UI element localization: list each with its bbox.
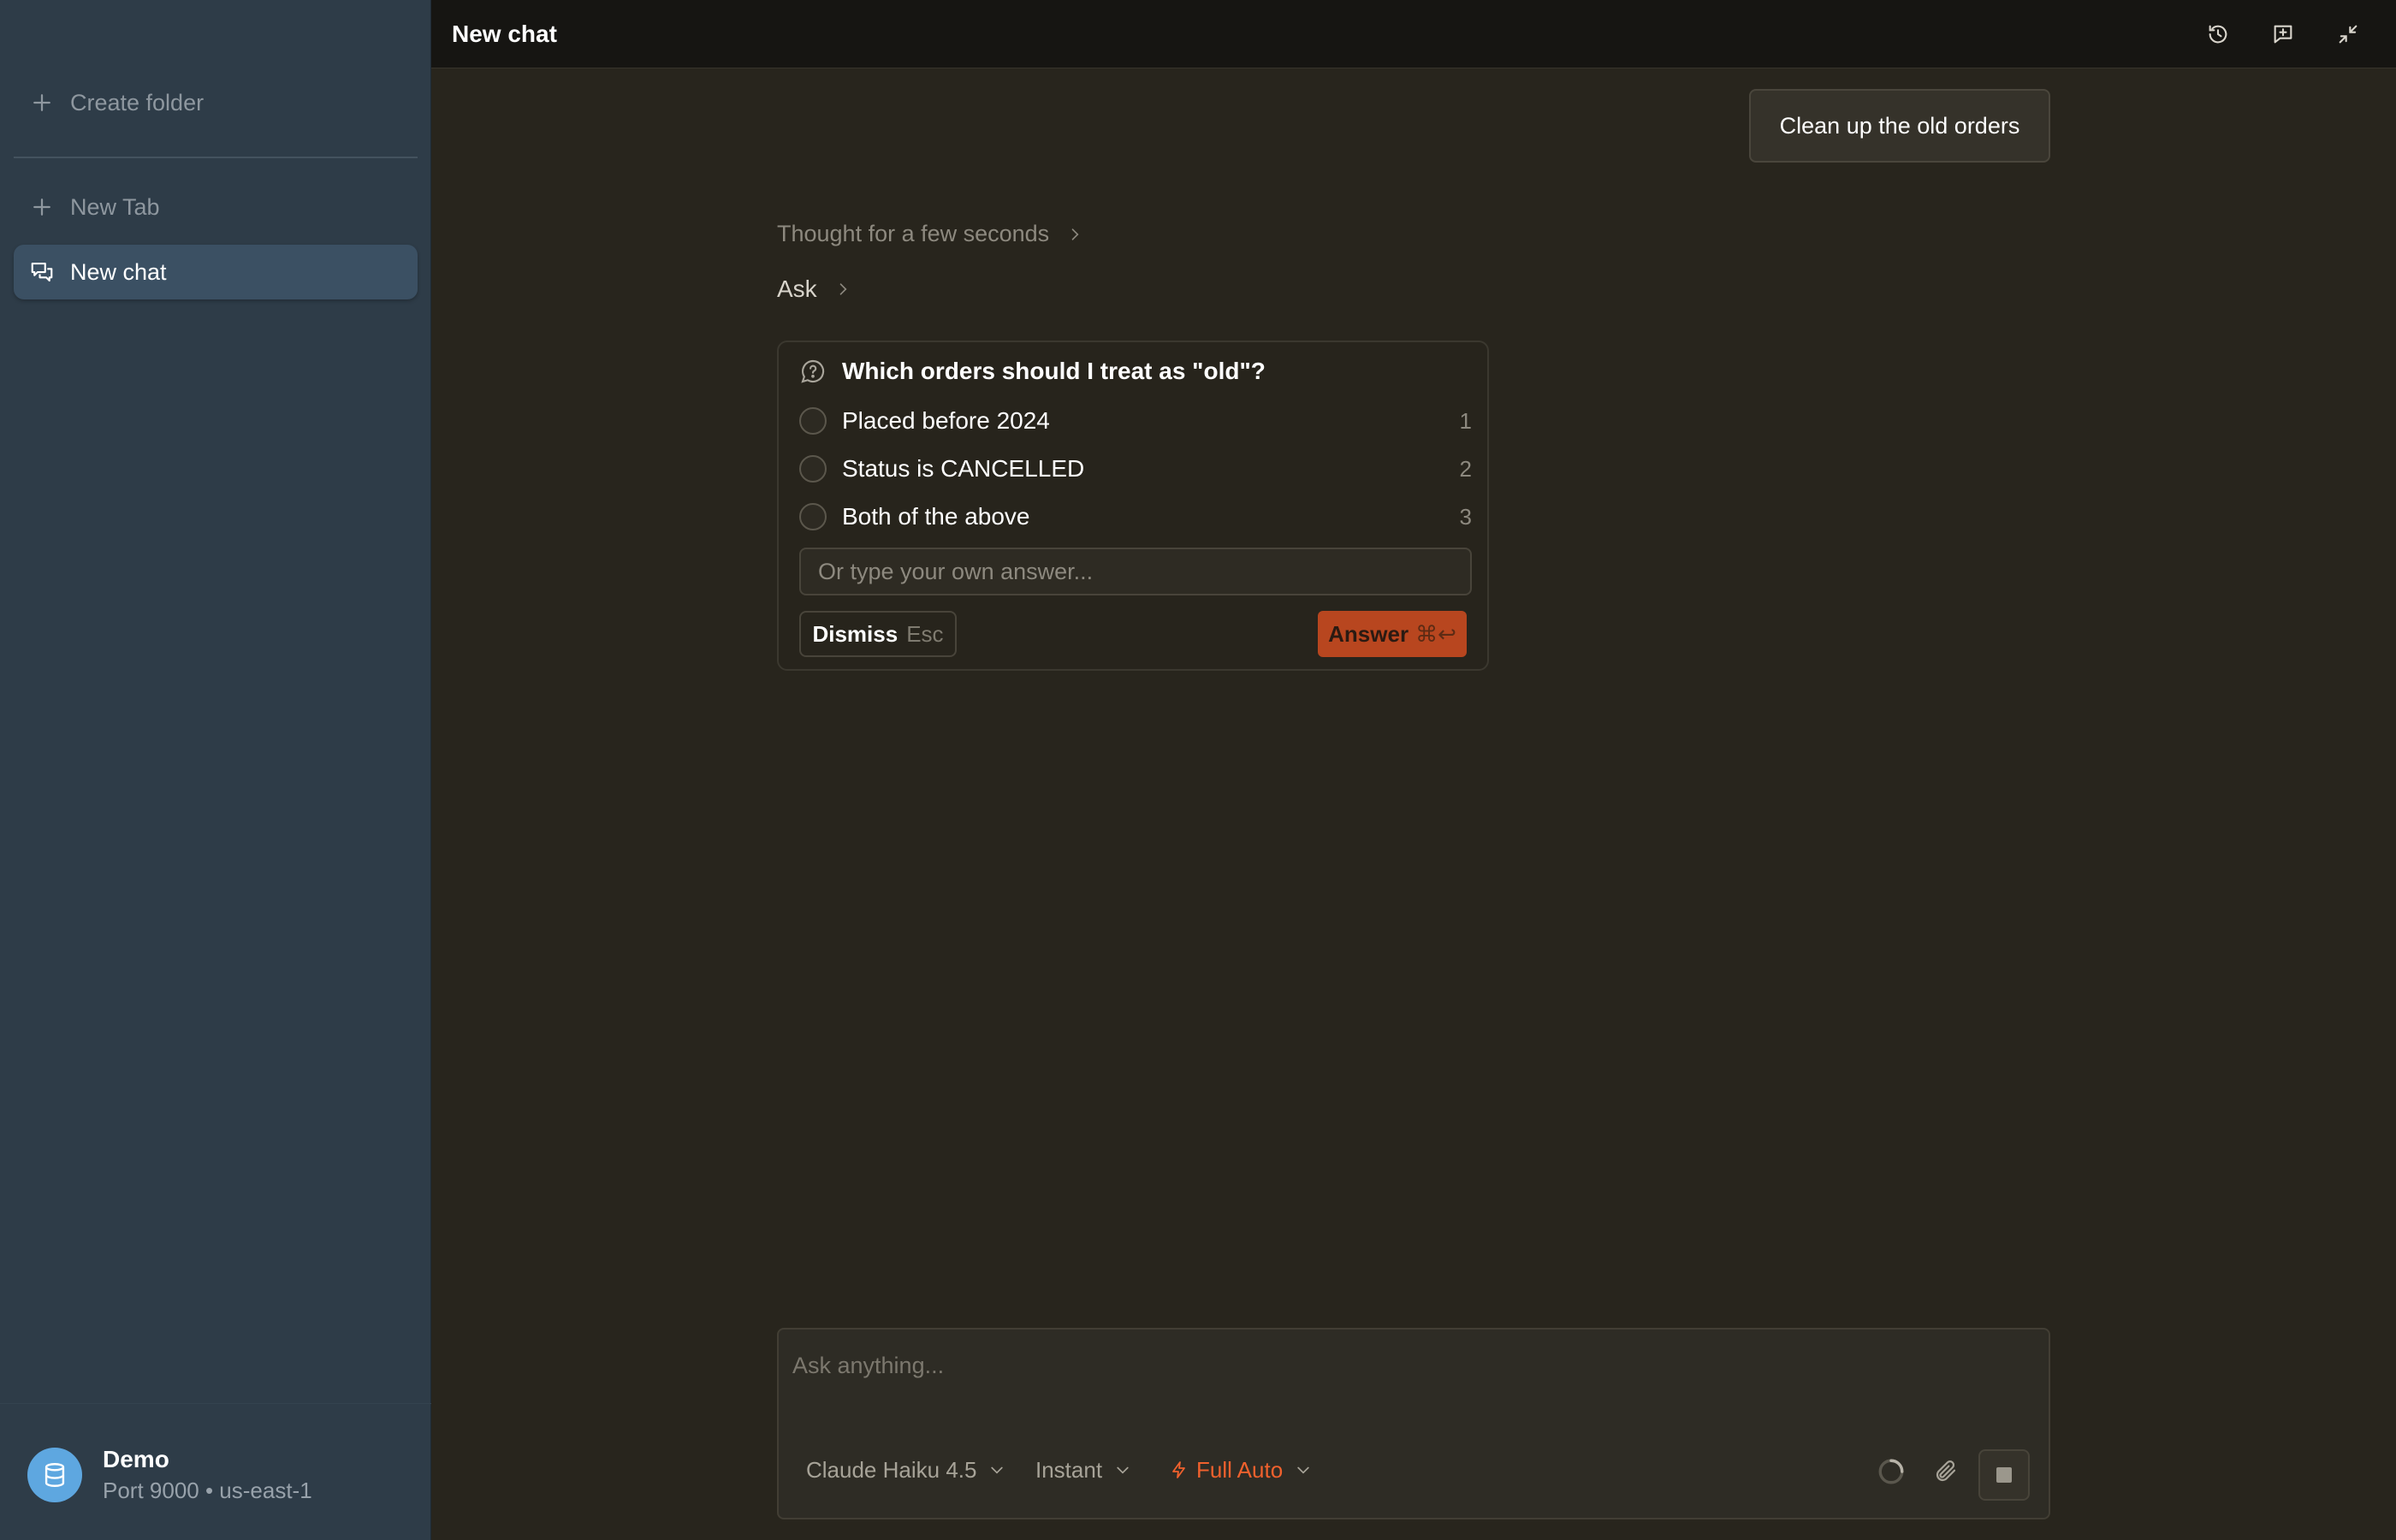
chat-header: New chat (431, 0, 2396, 68)
chevron-down-icon (1297, 1466, 1309, 1474)
lightning-icon (1172, 1461, 1185, 1478)
page-title: New chat (452, 21, 557, 47)
dismiss-label: Dismiss (812, 620, 898, 647)
attach-button[interactable] (1929, 1454, 1963, 1489)
avatar (27, 1448, 82, 1502)
answer-label: Answer (1328, 620, 1409, 647)
sidebar-item-label: New chat (70, 258, 167, 285)
option-shortcut: 3 (1459, 503, 1472, 530)
model-label: Claude Haiku 4.5 (806, 1456, 977, 1483)
radio-button[interactable] (799, 407, 827, 435)
connection-profile[interactable]: Demo Port 9000 • us-east-1 (27, 1444, 312, 1506)
profile-detail: Port 9000 • us-east-1 (103, 1478, 312, 1503)
message-composer: Claude Haiku 4.5 Instant Full Auto (777, 1328, 2050, 1519)
option-label: Status is CANCELLED (842, 455, 1085, 482)
create-folder-button[interactable]: Create folder (14, 75, 418, 130)
stop-button[interactable] (1978, 1449, 2030, 1501)
chevron-right-icon (839, 283, 847, 295)
ask-label: Ask (777, 275, 817, 302)
dismiss-shortcut: Esc (906, 620, 944, 647)
thought-label: Thought for a few seconds (777, 221, 1050, 246)
plus-icon (33, 94, 50, 111)
message-input[interactable] (792, 1342, 2025, 1389)
new-tab-button[interactable]: New Tab (14, 180, 418, 234)
chevron-down-icon (991, 1466, 1004, 1474)
thought-toggle[interactable]: Thought for a few seconds (777, 221, 1083, 247)
question-header: Which orders should I treat as "old"? (799, 358, 1266, 385)
question-bubble-icon (801, 359, 825, 383)
sidebar-divider (14, 157, 418, 158)
user-message: Clean up the old orders (1749, 89, 2050, 163)
answer-button[interactable]: Answer ⌘↩ (1318, 611, 1467, 657)
custom-answer-input[interactable] (799, 548, 1472, 595)
sidebar-footer-divider (0, 1403, 431, 1404)
create-folder-label: Create folder (70, 89, 205, 116)
loading-spinner (1874, 1454, 1908, 1489)
radio-button[interactable] (799, 455, 827, 483)
plus-icon (33, 198, 50, 216)
option-label: Both of the above (842, 503, 1030, 530)
new-tab-label: New Tab (70, 193, 160, 220)
answer-option[interactable]: Both of the above 3 (799, 500, 1472, 534)
chevron-right-icon (1071, 228, 1079, 240)
answer-shortcut: ⌘↩ (1415, 620, 1456, 647)
database-icon (44, 1463, 65, 1487)
question-title: Which orders should I treat as "old"? (842, 358, 1266, 384)
sidebar-item-new-chat[interactable]: New chat (14, 245, 418, 299)
question-card: Which orders should I treat as "old"? Pl… (777, 341, 1489, 671)
history-icon (2209, 25, 2227, 44)
mode-selector[interactable]: Instant (1035, 1453, 1131, 1487)
chevron-down-icon (1117, 1466, 1129, 1474)
dismiss-button[interactable]: Dismiss Esc (799, 611, 957, 657)
collapse-button[interactable] (2331, 17, 2365, 51)
profile-name: Demo (103, 1446, 169, 1472)
option-shortcut: 2 (1459, 455, 1472, 482)
ask-tool-toggle[interactable]: Ask (777, 275, 851, 303)
collapse-icon (2339, 25, 2357, 44)
radio-button[interactable] (799, 503, 827, 530)
sidebar: Create folder New Tab New chat Demo Port… (0, 0, 431, 1540)
stop-icon (1996, 1467, 2012, 1483)
new-chat-button[interactable] (2266, 17, 2300, 51)
history-button[interactable] (2201, 17, 2235, 51)
answer-option[interactable]: Status is CANCELLED 2 (799, 452, 1472, 486)
autonomy-label: Full Auto (1196, 1456, 1284, 1483)
model-selector[interactable]: Claude Haiku 4.5 (806, 1453, 1005, 1487)
new-chat-icon (2274, 25, 2292, 44)
spinner-icon (1878, 1459, 1904, 1484)
option-label: Placed before 2024 (842, 407, 1050, 434)
option-shortcut: 1 (1459, 407, 1472, 434)
mode-label: Instant (1035, 1456, 1103, 1483)
chat-bubbles-icon (31, 262, 53, 282)
answer-option[interactable]: Placed before 2024 1 (799, 404, 1472, 438)
autonomy-selector[interactable]: Full Auto (1169, 1453, 1312, 1487)
paperclip-icon (1936, 1460, 1956, 1482)
